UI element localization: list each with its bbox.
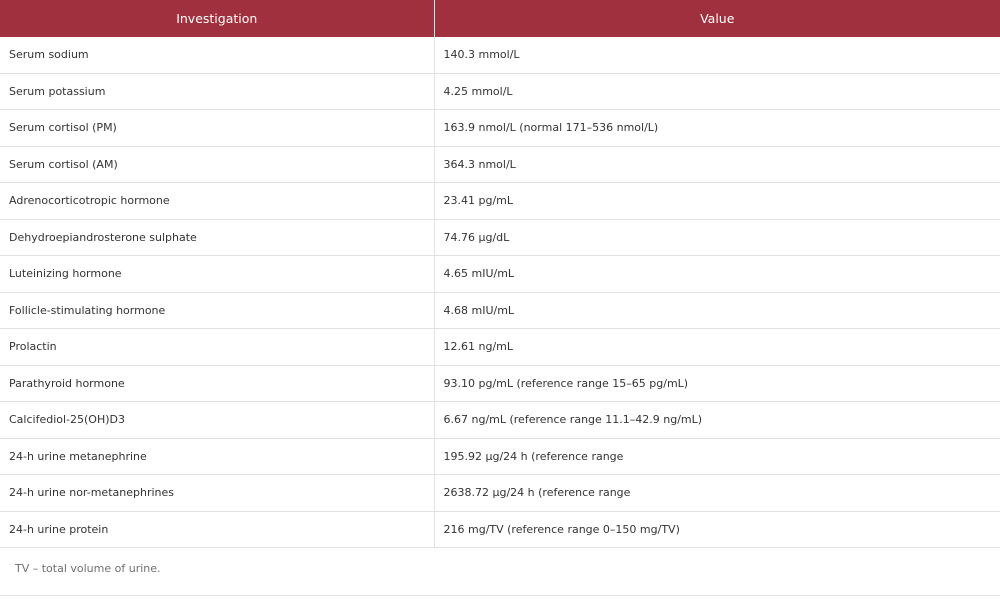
value-cell: 216 mg/TV (reference range 0–150 mg/TV) [434, 511, 1000, 548]
table-row: Parathyroid hormone 93.10 pg/mL (referen… [0, 365, 1000, 402]
table-row: Serum sodium 140.3 mmol/L [0, 37, 1000, 74]
investigation-cell: Serum sodium [0, 37, 435, 74]
table-row: Follicle-stimulating hormone 4.68 mIU/mL [0, 292, 1000, 329]
table-row: Luteinizing hormone 4.65 mIU/mL [0, 255, 1000, 293]
value-cell: 23.41 pg/mL [434, 182, 1000, 220]
investigation-cell: Serum potassium [0, 73, 435, 110]
investigation-cell: Dehydroepiandrosterone sulphate [0, 219, 435, 256]
investigation-cell: 24-h urine metanephrine [0, 438, 435, 475]
investigation-cell: Follicle-stimulating hormone [0, 292, 435, 329]
header-investigation: Investigation [0, 0, 435, 37]
table-row: 24-h urine nor-metanephrines 2638.72 μg/… [0, 474, 1000, 512]
table-row: 24-h urine protein 216 mg/TV (reference … [0, 511, 1000, 548]
investigation-cell: Serum cortisol (PM) [0, 109, 435, 147]
investigation-cell: Parathyroid hormone [0, 365, 435, 402]
value-cell: 4.65 mIU/mL [434, 255, 1000, 293]
investigation-cell: Luteinizing hormone [0, 255, 435, 293]
investigation-cell: 24-h urine protein [0, 511, 435, 548]
value-cell: 93.10 pg/mL (reference range 15–65 pg/mL… [434, 365, 1000, 402]
table-row: Serum cortisol (AM) 364.3 nmol/L [0, 146, 1000, 183]
value-cell: 12.61 ng/mL [434, 328, 1000, 366]
table-row: 24-h urine metanephrine 195.92 μg/24 h (… [0, 438, 1000, 475]
investigation-cell: 24-h urine nor-metanephrines [0, 474, 435, 512]
investigation-cell: Prolactin [0, 328, 435, 366]
table-row: Calcifediol-25(OH)D3 6.67 ng/mL (referen… [0, 401, 1000, 439]
table-footnote: TV – total volume of urine. [0, 548, 1000, 596]
value-cell: 6.67 ng/mL (reference range 11.1–42.9 ng… [434, 401, 1000, 439]
value-cell: 195.92 μg/24 h (reference range [434, 438, 1000, 475]
value-cell: 4.68 mIU/mL [434, 292, 1000, 329]
investigation-cell: Adrenocorticotropic hormone [0, 182, 435, 220]
table-row: Dehydroepiandrosterone sulphate 74.76 μg… [0, 219, 1000, 256]
value-cell: 140.3 mmol/L [434, 37, 1000, 74]
value-cell: 4.25 mmol/L [434, 73, 1000, 110]
table-row: Prolactin 12.61 ng/mL [0, 328, 1000, 366]
investigation-cell: Calcifediol-25(OH)D3 [0, 401, 435, 439]
table-header: Investigation Value [0, 0, 1000, 37]
table-row: Serum potassium 4.25 mmol/L [0, 73, 1000, 110]
value-cell: 364.3 nmol/L [434, 146, 1000, 183]
table-body: Serum sodium 140.3 mmol/L Serum potassiu… [0, 37, 1000, 548]
investigation-cell: Serum cortisol (AM) [0, 146, 435, 183]
table-row: Adrenocorticotropic hormone 23.41 pg/mL [0, 182, 1000, 220]
value-cell: 163.9 nmol/L (normal 171–536 nmol/L) [434, 109, 1000, 147]
value-cell: 74.76 μg/dL [434, 219, 1000, 256]
table-row: Serum cortisol (PM) 163.9 nmol/L (normal… [0, 109, 1000, 147]
header-row: Investigation Value [0, 0, 1000, 37]
lab-results-table: Investigation Value Serum sodium 140.3 m… [0, 0, 1000, 548]
header-value: Value [434, 0, 1000, 37]
lab-results-table-container: Investigation Value Serum sodium 140.3 m… [0, 0, 1000, 596]
value-cell: 2638.72 μg/24 h (reference range [434, 474, 1000, 512]
